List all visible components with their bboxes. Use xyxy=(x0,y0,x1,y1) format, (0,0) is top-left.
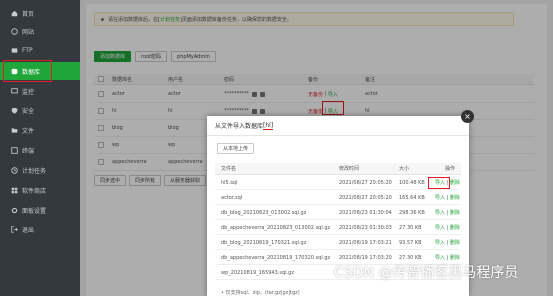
file-time: 2021/08/27 20:05:20 xyxy=(339,179,392,186)
file-size: 27.30 KB xyxy=(399,224,422,231)
file-time: 2021/08/23 01:30:03 xyxy=(339,224,392,231)
file-delete-link[interactable]: 删除 xyxy=(450,254,460,261)
file-size: 165.64 KB xyxy=(399,194,425,201)
header-size: 大小 xyxy=(399,166,410,172)
file-time: 2021/08/27 20:05:20 xyxy=(339,194,392,201)
file-import-link[interactable]: 导入 xyxy=(435,209,445,216)
sidebar-item-label: 面板设置 xyxy=(22,207,47,215)
file-row: db_blog_20210823_013002.sql.gz 2021/08/2… xyxy=(215,206,461,220)
file-actions: 导入 | 删除 xyxy=(435,224,460,232)
file-size: 100.48 KB xyxy=(399,179,425,186)
sidebar-item-ftp[interactable]: FTP xyxy=(0,41,80,59)
home-icon xyxy=(10,9,18,17)
file-name: wp_20210819_165943.sql.gz xyxy=(221,269,294,276)
sidebar-item-cron[interactable]: 计划任务 xyxy=(0,161,80,179)
clock-icon xyxy=(10,166,18,174)
sidebar-item-label: FTP xyxy=(22,46,33,54)
file-name: actor.sql xyxy=(221,194,243,201)
sidebar-item-monitor[interactable]: 监控 xyxy=(0,82,80,100)
dialog-title-text: 从文件导入数据库 xyxy=(215,123,264,130)
globe-icon xyxy=(10,27,18,35)
file-actions: 导入 | 删除 xyxy=(435,209,460,217)
file-import-link[interactable]: 导入 xyxy=(435,254,445,261)
header-action: 操作 xyxy=(445,166,456,172)
file-delete-link[interactable]: 删除 xyxy=(450,209,460,216)
header-filename: 文件名 xyxy=(221,166,237,172)
file-delete-link[interactable]: 删除 xyxy=(450,194,460,201)
dialog-title-db: [hl] xyxy=(263,121,274,130)
sidebar-item-label: 安全 xyxy=(22,107,35,115)
sidebar-item-store[interactable]: 软件商店 xyxy=(0,181,80,199)
file-row: db_blog_20210819_170321.sql.gz 2021/08/1… xyxy=(215,236,461,250)
sidebar-item-settings[interactable]: 面板设置 xyxy=(0,201,80,219)
highlight-box-file-import xyxy=(428,177,450,189)
sidebar-item-label: 首页 xyxy=(22,10,35,18)
folder-icon xyxy=(10,126,18,134)
file-name: db_appecheverra_20210819_170320.sql.gz xyxy=(221,254,331,261)
dialog-title: 从文件导入数据库 [hl] xyxy=(207,116,469,136)
file-import-link[interactable]: 导入 xyxy=(435,239,445,246)
sidebar-item-files[interactable]: 文件 xyxy=(0,121,80,139)
sidebar-item-label: 文件 xyxy=(22,127,35,135)
file-row: db_appecheverra_20210823_013002.sql.gz 2… xyxy=(215,221,461,235)
upload-local-button[interactable]: 从本地上传 xyxy=(217,143,255,154)
file-delete-link[interactable]: 删除 xyxy=(450,179,460,186)
sidebar-item-website[interactable]: 网站 xyxy=(0,22,80,40)
sidebar-item-terminal[interactable]: 终端 xyxy=(0,141,80,159)
file-import-link[interactable]: 导入 xyxy=(435,224,445,231)
file-name: db_appecheverra_20210823_013002.sql.gz xyxy=(221,224,331,231)
store-icon xyxy=(10,186,18,194)
sidebar: 首页 网站 FTP 数据库 监控 安全 文件 终端 计划任务 软件商店 面板设置 xyxy=(0,0,80,296)
sidebar-item-security[interactable]: 安全 xyxy=(0,101,80,119)
sidebar-item-label: 监控 xyxy=(22,88,35,96)
sidebar-item-label: 软件商店 xyxy=(22,187,47,195)
file-actions: 导入 | 删除 xyxy=(435,239,460,247)
file-actions: 导入 | 删除 xyxy=(435,194,460,202)
logout-icon xyxy=(10,225,18,233)
shield-icon xyxy=(10,106,18,114)
sidebar-item-label: 网站 xyxy=(22,28,35,36)
dialog-footnote: • 仅支持sql、zip、(tar.gz|gz|tgz) xyxy=(221,290,300,296)
watermark: CSDN @传智播客黑马程序员 xyxy=(334,265,519,281)
sidebar-item-label: 计划任务 xyxy=(22,167,47,175)
sidebar-item-label: 终端 xyxy=(22,147,35,155)
file-name: db_blog_20210823_013002.sql.gz xyxy=(221,209,307,216)
file-row: actor.sql 2021/08/27 20:05:20 165.64 KB … xyxy=(215,191,461,205)
monitor-icon xyxy=(10,87,18,95)
close-icon[interactable]: × xyxy=(461,110,474,123)
ftp-icon xyxy=(10,46,18,54)
file-delete-link[interactable]: 删除 xyxy=(450,239,460,246)
header-modified: 修改时间 xyxy=(339,166,360,172)
file-time: 2021/08/23 01:30:04 xyxy=(339,209,392,216)
sidebar-item-home[interactable]: 首页 xyxy=(0,4,80,22)
sidebar-item-label: 退出 xyxy=(22,226,35,234)
file-import-link[interactable]: 导入 xyxy=(435,194,445,201)
gear-icon xyxy=(10,206,18,214)
file-delete-link[interactable]: 删除 xyxy=(450,224,460,231)
file-table-header: 文件名 修改时间 大小 操作 xyxy=(215,163,461,175)
file-time: 2021/08/19 17:03:21 xyxy=(339,239,392,246)
file-row: hl5.sql 2021/08/27 20:05:20 100.48 KB 导入… xyxy=(215,176,461,190)
file-name: db_blog_20210819_170321.sql.gz xyxy=(221,239,307,246)
file-size: 298.36 KB xyxy=(399,209,425,216)
file-name: hl5.sql xyxy=(221,179,238,186)
file-size: 93.57 KB xyxy=(399,239,422,246)
terminal-icon xyxy=(10,146,18,154)
sidebar-item-logout[interactable]: 退出 xyxy=(0,220,80,238)
highlight-box-database xyxy=(3,60,52,82)
